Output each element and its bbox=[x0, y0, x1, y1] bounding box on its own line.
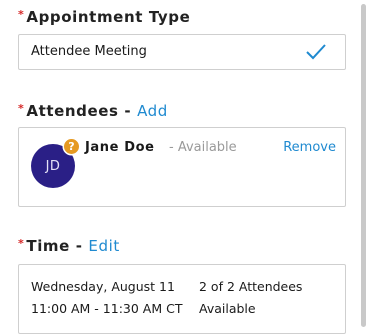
attendees-label: * Attendees - Add bbox=[18, 102, 168, 120]
time-label-text: Time bbox=[26, 237, 70, 255]
time-label: * Time - Edit bbox=[18, 237, 120, 255]
label-separator: - bbox=[124, 102, 132, 120]
question-badge-icon: ? bbox=[64, 139, 79, 154]
required-marker: * bbox=[18, 237, 25, 250]
time-panel: Wednesday, August 11 2 of 2 Attendees 11… bbox=[18, 264, 346, 334]
label-separator: - bbox=[75, 237, 83, 255]
appointment-type-select[interactable]: Attendee Meeting bbox=[18, 34, 346, 70]
appointment-type-value: Attendee Meeting bbox=[31, 44, 147, 59]
edit-time-link[interactable]: Edit bbox=[88, 237, 119, 255]
time-availability: Available bbox=[199, 301, 256, 316]
required-marker: * bbox=[18, 8, 25, 21]
attendees-label-text: Attendees bbox=[26, 102, 119, 120]
attendee-name: Jane Doe bbox=[85, 140, 155, 155]
remove-attendee-link[interactable]: Remove bbox=[283, 140, 336, 155]
attendees-panel: JD ? Jane Doe - Available Remove bbox=[18, 127, 346, 207]
appointment-type-label: * Appointment Type bbox=[18, 8, 190, 26]
required-marker: * bbox=[18, 102, 25, 115]
attendee-status: - Available bbox=[169, 140, 237, 155]
time-date: Wednesday, August 11 bbox=[31, 279, 175, 294]
checkmark-icon bbox=[305, 43, 327, 65]
time-range: 11:00 AM - 11:30 AM CT bbox=[31, 301, 183, 316]
appointment-type-label-text: Appointment Type bbox=[26, 8, 191, 26]
scrollbar[interactable] bbox=[361, 4, 366, 327]
attendee-count: 2 of 2 Attendees bbox=[199, 279, 303, 294]
add-attendee-link[interactable]: Add bbox=[137, 102, 168, 120]
